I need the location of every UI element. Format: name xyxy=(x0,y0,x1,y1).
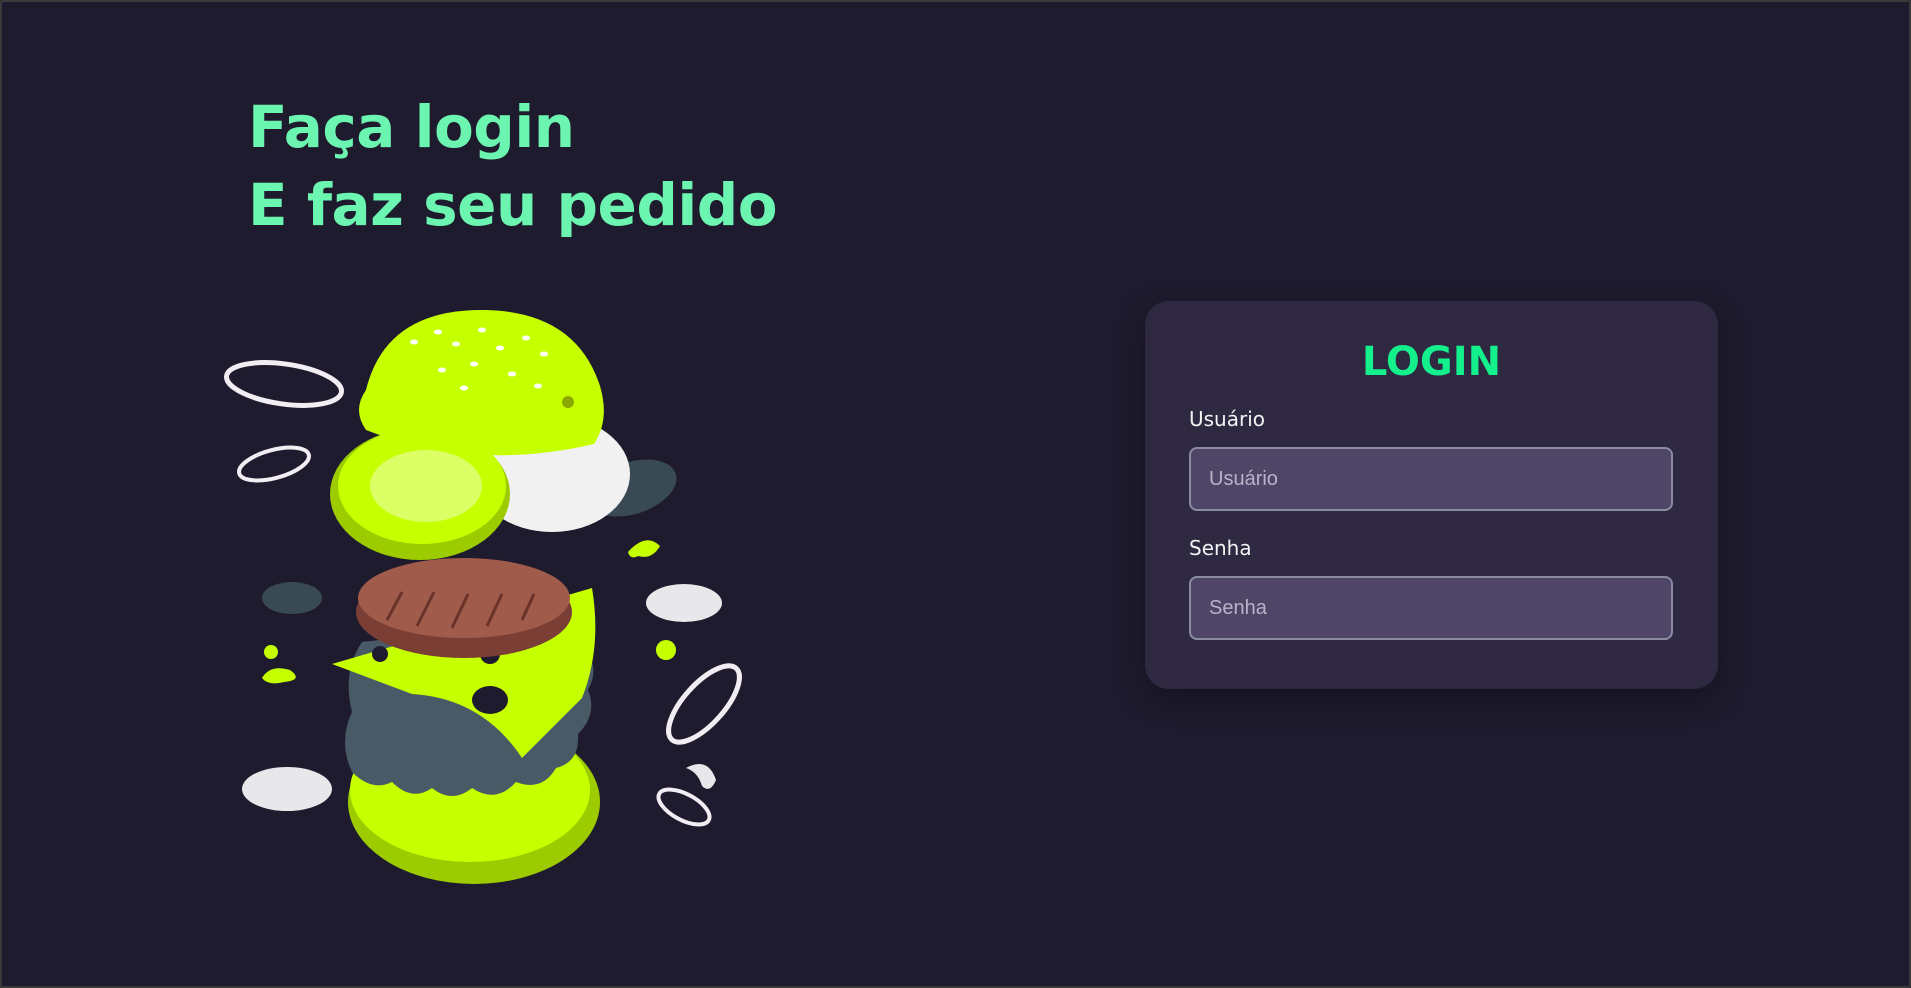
page-frame: Faça login E faz seu pedido LOGIN Usuári… xyxy=(0,0,1911,988)
username-input[interactable] xyxy=(1189,447,1673,511)
password-label: Senha xyxy=(1189,536,1252,560)
login-title: LOGIN xyxy=(1361,339,1502,385)
hero-headline: Faça login E faz seu pedido xyxy=(248,88,778,244)
onion-ring-icon xyxy=(223,360,345,408)
sauce-drop-icon xyxy=(262,668,296,684)
headline-line-2: E faz seu pedido xyxy=(248,171,778,239)
sauce-drop-icon xyxy=(264,645,278,659)
sauce-drop-icon xyxy=(628,540,660,558)
login-card: LOGIN Usuário Senha xyxy=(1145,301,1718,689)
sauce-drop-icon xyxy=(656,640,676,660)
username-label: Usuário xyxy=(1189,407,1266,431)
burger-illustration xyxy=(223,309,742,884)
onion-slice-icon xyxy=(242,767,332,811)
onion-ring-icon xyxy=(666,663,742,745)
onion-piece-icon xyxy=(686,764,716,789)
headline-line-1: Faça login xyxy=(248,93,575,161)
password-input[interactable] xyxy=(1189,576,1673,640)
onion-slice-icon xyxy=(646,584,722,622)
onion-ring-icon xyxy=(656,787,712,827)
onion-ring-icon xyxy=(237,445,311,483)
olive-slice-icon xyxy=(262,582,322,614)
